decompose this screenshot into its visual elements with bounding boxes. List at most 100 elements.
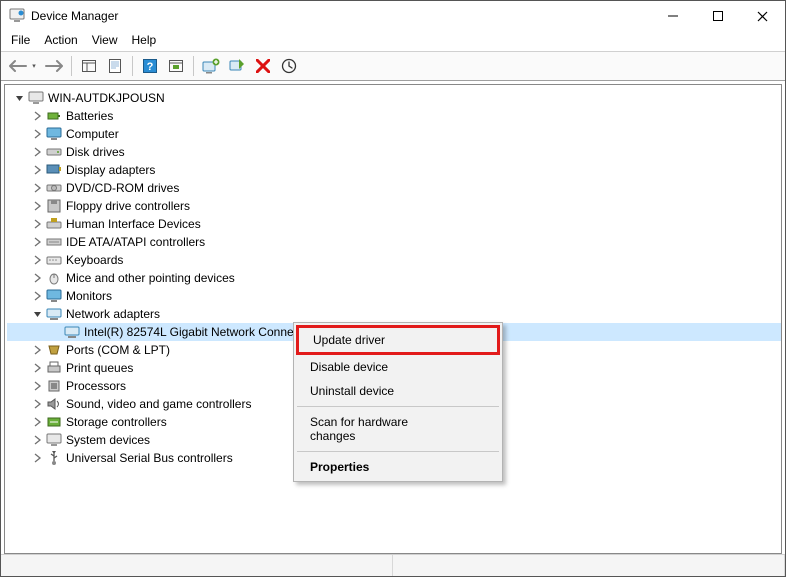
- expand-icon[interactable]: [31, 145, 45, 159]
- tree-item-label: Keyboards: [66, 253, 123, 267]
- expand-icon[interactable]: [31, 127, 45, 141]
- show-hide-tree-button[interactable]: [78, 55, 100, 77]
- keyboard-icon: [46, 252, 62, 268]
- expand-icon[interactable]: [31, 235, 45, 249]
- expand-spacer: [49, 325, 63, 339]
- usb-icon: [46, 450, 62, 466]
- tree-item-label: Display adapters: [66, 163, 155, 177]
- window-controls: [650, 1, 785, 31]
- tree-item-label: Monitors: [66, 289, 112, 303]
- tree-item-monitors[interactable]: Monitors: [7, 287, 781, 305]
- drive-icon: [46, 144, 62, 160]
- uninstall-device-button[interactable]: [278, 55, 300, 77]
- menu-help[interactable]: Help: [132, 33, 157, 47]
- tree-item-label: Network adapters: [66, 307, 160, 321]
- expand-icon[interactable]: [31, 253, 45, 267]
- tree-item-mice[interactable]: Mice and other pointing devices: [7, 269, 781, 287]
- minimize-button[interactable]: [650, 1, 695, 31]
- tree-item-hid[interactable]: Human Interface Devices: [7, 215, 781, 233]
- tree-item-label: DVD/CD-ROM drives: [66, 181, 179, 195]
- tree-item-floppy[interactable]: Floppy drive controllers: [7, 197, 781, 215]
- tree-item-label: Storage controllers: [66, 415, 167, 429]
- menu-action[interactable]: Action: [44, 33, 77, 47]
- hid-icon: [46, 216, 62, 232]
- expand-icon[interactable]: [31, 397, 45, 411]
- scan-hardware-button[interactable]: [165, 55, 187, 77]
- tree-item-computer[interactable]: Computer: [7, 125, 781, 143]
- tree-item-label: Disk drives: [66, 145, 125, 159]
- menubar: File Action View Help: [1, 31, 785, 51]
- tree-item-label: Intel(R) 82574L Gigabit Network Connecti…: [84, 325, 319, 339]
- tree-item-ide[interactable]: IDE ATA/ATAPI controllers: [7, 233, 781, 251]
- cm-scan-hardware[interactable]: Scan for hardware changes: [296, 410, 500, 448]
- ide-icon: [46, 234, 62, 250]
- battery-icon: [46, 108, 62, 124]
- expand-icon[interactable]: [31, 433, 45, 447]
- tree-item-dvdcdrom[interactable]: DVD/CD-ROM drives: [7, 179, 781, 197]
- app-icon: [9, 8, 25, 24]
- expand-icon[interactable]: [31, 415, 45, 429]
- toolbar-separator: [132, 56, 133, 76]
- display-adapter-icon: [46, 162, 62, 178]
- toolbar-separator: [71, 56, 72, 76]
- cm-properties[interactable]: Properties: [296, 455, 500, 479]
- expand-icon[interactable]: [31, 271, 45, 285]
- expand-icon[interactable]: [31, 181, 45, 195]
- content-area: WIN-AUTDKJPOUSN Batteries Computer Disk …: [1, 81, 785, 576]
- tree-item-label: Sound, video and game controllers: [66, 397, 251, 411]
- expand-icon[interactable]: [31, 109, 45, 123]
- tree-item-network-adapters[interactable]: Network adapters: [7, 305, 781, 323]
- cm-item-label: Properties: [310, 460, 369, 474]
- nav-back-button[interactable]: ▾: [7, 55, 39, 77]
- close-button[interactable]: [740, 1, 785, 31]
- expand-icon[interactable]: [31, 379, 45, 393]
- expand-icon[interactable]: [31, 361, 45, 375]
- maximize-button[interactable]: [695, 1, 740, 31]
- tree-item-label: Computer: [66, 127, 119, 141]
- cm-separator: [297, 406, 499, 407]
- cm-separator: [297, 451, 499, 452]
- tree-item-diskdrives[interactable]: Disk drives: [7, 143, 781, 161]
- update-driver-button[interactable]: [200, 55, 222, 77]
- toolbar: ▾ ?: [1, 51, 785, 81]
- monitor-icon: [46, 288, 62, 304]
- tree-item-label: System devices: [66, 433, 150, 447]
- properties-button[interactable]: [104, 55, 126, 77]
- cm-update-driver[interactable]: Update driver: [296, 325, 500, 355]
- tree-item-batteries[interactable]: Batteries: [7, 107, 781, 125]
- menu-view[interactable]: View: [92, 33, 118, 47]
- expand-icon[interactable]: [31, 343, 45, 357]
- disable-device-button[interactable]: [252, 55, 274, 77]
- monitor-icon: [46, 126, 62, 142]
- system-icon: [46, 432, 62, 448]
- expand-icon[interactable]: [31, 217, 45, 231]
- tree-root-label: WIN-AUTDKJPOUSN: [48, 91, 165, 105]
- tree-item-label: Print queues: [66, 361, 133, 375]
- expand-icon[interactable]: [31, 199, 45, 213]
- device-tree[interactable]: WIN-AUTDKJPOUSN Batteries Computer Disk …: [4, 84, 782, 554]
- window-title: Device Manager: [31, 9, 650, 23]
- enable-device-button[interactable]: [226, 55, 248, 77]
- collapse-icon[interactable]: [31, 307, 45, 321]
- tree-item-displayadapters[interactable]: Display adapters: [7, 161, 781, 179]
- network-card-icon: [64, 324, 80, 340]
- tree-root[interactable]: WIN-AUTDKJPOUSN: [7, 89, 781, 107]
- help-button[interactable]: ?: [139, 55, 161, 77]
- mouse-icon: [46, 270, 62, 286]
- cm-disable-device[interactable]: Disable device: [296, 355, 500, 379]
- chevron-down-icon: ▾: [29, 62, 39, 70]
- port-icon: [46, 342, 62, 358]
- tree-item-label: Batteries: [66, 109, 113, 123]
- nav-forward-button[interactable]: [43, 55, 65, 77]
- cm-uninstall-device[interactable]: Uninstall device: [296, 379, 500, 403]
- tree-item-keyboards[interactable]: Keyboards: [7, 251, 781, 269]
- cm-item-label: Update driver: [313, 333, 385, 347]
- menu-file[interactable]: File: [11, 33, 30, 47]
- expand-icon[interactable]: [31, 289, 45, 303]
- cm-item-label: Uninstall device: [310, 384, 394, 398]
- collapse-icon[interactable]: [13, 91, 27, 105]
- expand-icon[interactable]: [31, 163, 45, 177]
- expand-icon[interactable]: [31, 451, 45, 465]
- storage-icon: [46, 414, 62, 430]
- tree-item-label: IDE ATA/ATAPI controllers: [66, 235, 205, 249]
